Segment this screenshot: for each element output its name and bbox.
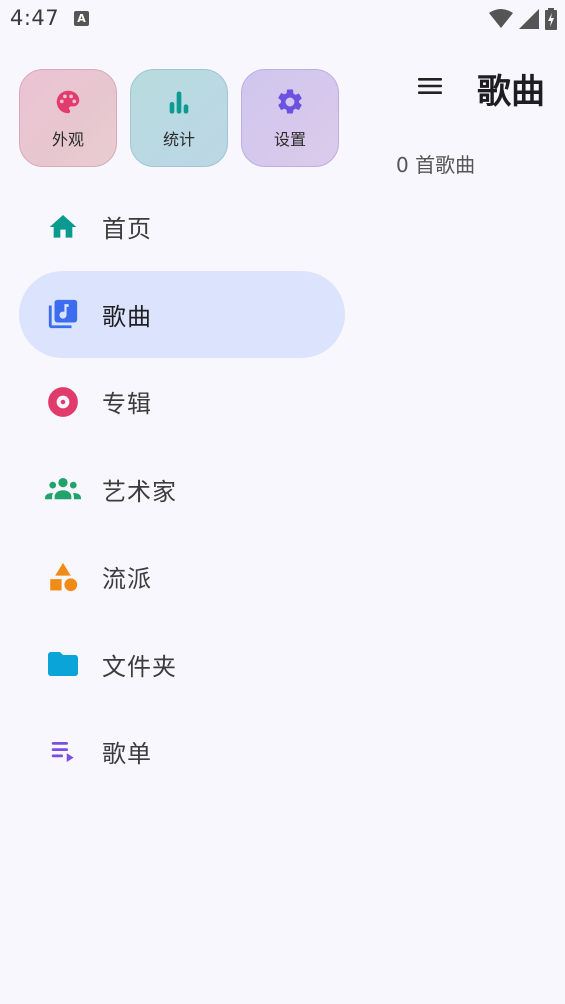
palette-icon (52, 86, 84, 118)
nav-item-artists[interactable]: 艺术家 (19, 446, 345, 534)
menu-button[interactable] (414, 70, 446, 102)
navigation-drawer: 外观 统计 设置 首页 歌曲 专辑 艺术家 流派 文件夹 歌单 (0, 0, 365, 1004)
quick-tiles: 外观 统计 设置 (19, 69, 339, 167)
nav-item-label: 流派 (102, 565, 152, 594)
nav-item-label: 文件夹 (102, 652, 177, 681)
group-icon (45, 471, 81, 507)
playlist-icon (45, 734, 81, 770)
signal-icon (519, 9, 539, 29)
gear-icon (274, 86, 306, 118)
nav-item-label: 艺术家 (102, 477, 177, 506)
folder-icon (45, 646, 81, 682)
nav-item-folders[interactable]: 文件夹 (19, 621, 345, 709)
settings-tile[interactable]: 设置 (241, 69, 339, 167)
stats-tile[interactable]: 统计 (130, 69, 228, 167)
hamburger-menu-icon (418, 78, 442, 94)
page-title: 歌曲 (477, 72, 545, 112)
nav-item-albums[interactable]: 专辑 (19, 358, 345, 446)
nav-item-home[interactable]: 首页 (19, 183, 345, 271)
nav-item-songs[interactable]: 歌曲 (19, 270, 345, 358)
settings-tile-label: 设置 (273, 130, 306, 149)
nav-item-label: 首页 (102, 215, 152, 244)
status-icons (489, 8, 557, 30)
appearance-tile[interactable]: 外观 (19, 69, 117, 167)
nav-list: 首页 歌曲 专辑 艺术家 流派 文件夹 歌单 (19, 183, 345, 796)
song-count: 0 首歌曲 (396, 153, 476, 177)
nav-item-label: 专辑 (102, 390, 152, 419)
bar-chart-icon (163, 86, 195, 118)
shapes-icon (45, 559, 81, 595)
nav-item-playlists[interactable]: 歌单 (19, 708, 345, 796)
nav-item-label: 歌曲 (102, 302, 152, 331)
nav-item-genres[interactable]: 流派 (19, 533, 345, 621)
album-disc-icon (45, 384, 81, 420)
appearance-tile-label: 外观 (51, 130, 84, 149)
wifi-icon (489, 9, 513, 28)
music-library-icon (45, 296, 81, 332)
home-icon (45, 209, 81, 245)
battery-charging-icon (545, 8, 557, 30)
stats-tile-label: 统计 (162, 130, 195, 149)
nav-item-label: 歌单 (102, 740, 152, 769)
